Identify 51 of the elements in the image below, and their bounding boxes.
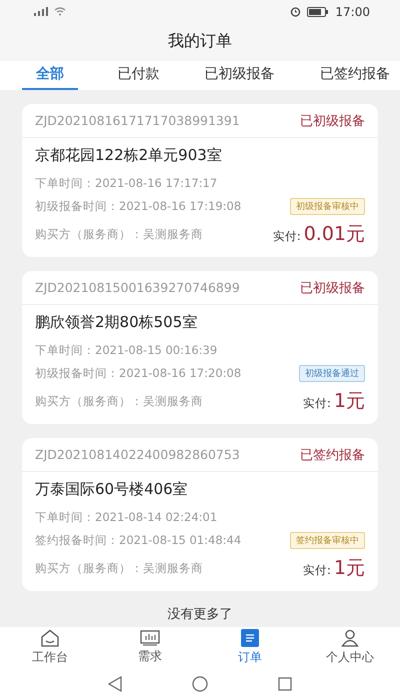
wifi-icon	[54, 7, 66, 16]
clock-time: 17:00	[335, 4, 370, 19]
order-number: ZJD20210814022400982860753	[35, 447, 240, 462]
home-circle-icon[interactable]	[192, 676, 208, 692]
alarm-icon	[290, 6, 302, 18]
filter-tab[interactable]: 已初级报备	[198, 60, 281, 90]
filter-tab[interactable]: 全部	[22, 60, 78, 90]
back-icon[interactable]	[108, 676, 122, 692]
review-status-badge: 签约报备审核中	[290, 532, 365, 550]
order-time: 下单时间：2021-08-16 17:17:17	[35, 176, 218, 192]
nav-tab[interactable]: 工作台	[15, 628, 85, 666]
buyer-info: 购买方（服务商）：吴测服务商	[35, 394, 203, 409]
no-more-text: 没有更多了	[168, 606, 232, 624]
order-time: 下单时间：2021-08-15 00:16:39	[35, 343, 218, 358]
filter-tab[interactable]: 已付款	[111, 60, 166, 90]
order-number: ZJD20210815001639270746899	[35, 280, 240, 296]
property-address: 鹏欣领誉2期80栋505室	[35, 313, 198, 332]
nav-tab[interactable]: 个人中心	[315, 628, 385, 666]
buyer-info: 购买方（服务商）：吴测服务商	[35, 560, 203, 576]
report-time: 初级报备时间：2021-08-16 17:19:08	[35, 199, 242, 214]
order-number: ZJD20210816171717038991391	[35, 113, 240, 128]
chart-icon	[140, 630, 160, 646]
order-status: 已签约报备	[300, 446, 365, 464]
paid-amount: 1元	[334, 389, 365, 414]
order-card[interactable]: ZJD20210816171717038991391 已初级报备 京都花园122栋2单元903室 下单时间：2021-08-16 17:17:17 初级报备时间：2021-08-16 17:19:08 初级报备审核中 购买方（服务商）：吴测服务商 实付:0.01元	[22, 104, 378, 258]
order-card[interactable]: ZJD20210814022400982860753 已签约报备 万泰国际60号楼406室 下单时间：2021-08-14 02:24:01 签约报备时间：2021-08-15 01:48:44 签约报备审核中 购买方（服务商）：吴测服务商 实付:1元	[22, 438, 378, 592]
review-status-badge: 初级报备审核中	[290, 198, 365, 216]
page-title: 我的订单	[168, 31, 232, 52]
review-status-badge: 初级报备通过	[299, 365, 365, 382]
property-address: 京都花园122栋2单元903室	[35, 146, 223, 166]
filter-tab[interactable]: 已签约报备	[314, 60, 396, 90]
nav-tab[interactable]: 需求	[115, 630, 185, 665]
paid-amount: 0.01元	[304, 222, 365, 248]
signal-icon	[34, 7, 48, 16]
report-time: 签约报备时间：2021-08-15 01:48:44	[35, 533, 242, 548]
order-status: 已初级报备	[300, 280, 365, 297]
property-address: 万泰国际60号楼406室	[35, 480, 189, 500]
battery-icon	[307, 6, 330, 17]
home-icon	[40, 628, 60, 647]
order-card[interactable]: ZJD20210815001639270746899 已初级报备 鹏欣领誉2期80栋505室 下单时间：2021-08-15 00:16:39 初级报备时间：2021-08-16 17:20:08 初级报备通过 购买方（服务商）：吴测服务商 实付:1元	[22, 271, 378, 424]
nav-tab[interactable]: 订单	[215, 628, 285, 666]
recents-icon[interactable]	[278, 676, 292, 691]
paid-label: 实付:	[303, 563, 331, 578]
paid-label: 实付:	[272, 229, 301, 244]
paid-label: 实付:	[303, 396, 331, 412]
buyer-info: 购买方（服务商）：吴测服务商	[35, 226, 203, 242]
order-status: 已初级报备	[300, 112, 365, 130]
report-time: 初级报备时间：2021-08-16 17:20:08	[35, 366, 242, 382]
person-icon	[341, 628, 359, 647]
order-time: 下单时间：2021-08-14 02:24:01	[35, 510, 218, 526]
paid-amount: 1元	[334, 556, 365, 582]
